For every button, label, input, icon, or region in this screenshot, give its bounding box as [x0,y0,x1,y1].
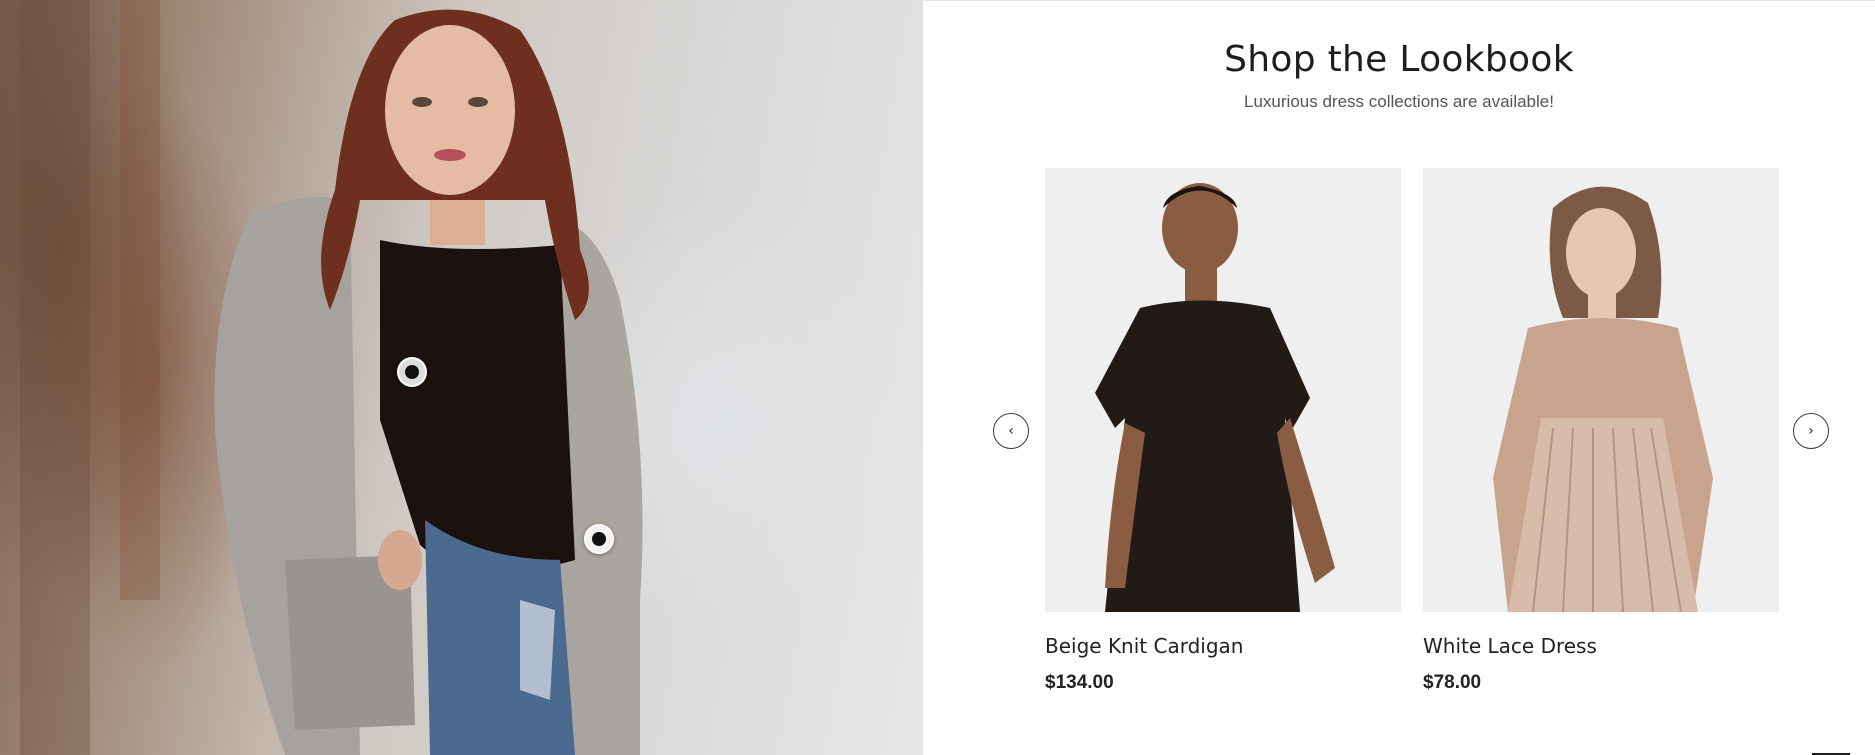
hero-image [0,0,923,755]
product-price: $78.00 [1423,672,1482,693]
carousel-prev-button[interactable]: ‹ [993,413,1029,449]
chevron-right-icon: › [1808,423,1814,439]
black-dress-illustration [1095,183,1335,612]
lookbook-section: Shop the Lookbook Luxurious dress collec… [0,0,1875,755]
product-name[interactable]: Beige Knit Cardigan [1045,634,1401,658]
product-name[interactable]: White Lace Dress [1423,634,1779,658]
hotspot-dot [405,365,419,379]
hero-illustration [20,0,643,755]
product-price: $134.00 [1045,672,1114,693]
product-card[interactable]: Beige Knit Cardigan $134.00 [1045,168,1401,694]
section-subtitle: Luxurious dress collections are availabl… [1244,92,1554,111]
hotspot-jeans[interactable] [584,524,614,554]
carousel-next-button[interactable]: › [1793,413,1829,449]
section-title: Shop the Lookbook [1224,39,1574,80]
sequin-dress-illustration [1493,186,1713,612]
hotspot-top[interactable] [397,357,427,387]
chevron-left-icon: ‹ [1008,423,1014,439]
product-card[interactable]: White Lace Dress $78.00 [1423,168,1779,694]
product-image[interactable] [1423,168,1779,612]
hotspot-dot [592,532,606,546]
lookbook-content: Shop the Lookbook Luxurious dress collec… [923,0,1875,755]
product-image[interactable] [1045,168,1401,612]
